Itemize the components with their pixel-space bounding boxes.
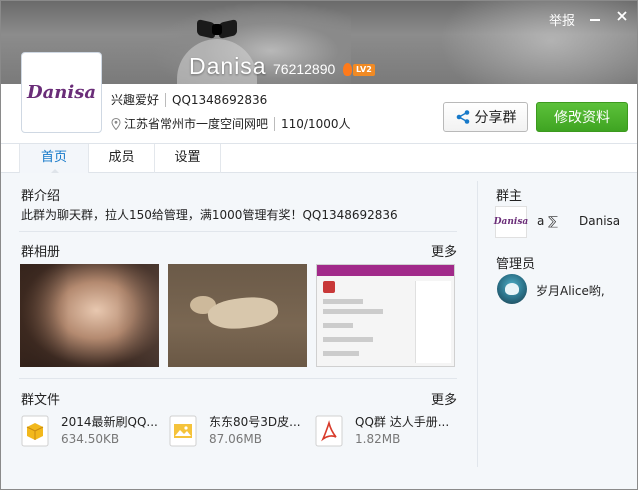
divider bbox=[165, 92, 167, 107]
file-name: 东东80号3D皮... bbox=[209, 415, 301, 429]
owner-avatar[interactable]: Danisa bbox=[493, 206, 529, 238]
admins-title: 管理员 bbox=[496, 257, 536, 272]
member-count: 110/1000人 bbox=[281, 117, 351, 131]
group-name: Danisa bbox=[189, 53, 267, 79]
section-divider bbox=[19, 378, 457, 379]
file-size: 87.06MB bbox=[209, 432, 262, 446]
level-badge: LV2 bbox=[343, 62, 375, 77]
location-pin-icon bbox=[111, 117, 121, 130]
file-item[interactable]: 东东80号3D皮... 87.06MB bbox=[169, 413, 309, 449]
file-size: 1.82MB bbox=[355, 432, 401, 446]
meta-row-location: 江苏省常州市一度空间网吧 110/1000人 bbox=[111, 115, 351, 132]
intro-title: 群介绍 bbox=[21, 189, 61, 204]
report-link[interactable]: 举报 bbox=[549, 10, 575, 29]
pdf-icon bbox=[315, 415, 343, 447]
tab-bar: 首页 成员 设置 bbox=[1, 143, 637, 174]
file-item[interactable]: QQ群 达人手册... 1.82MB bbox=[315, 413, 455, 449]
files-title: 群文件 bbox=[21, 393, 61, 408]
admin-name[interactable]: 岁月Alice哟, bbox=[536, 282, 605, 299]
album-photo[interactable] bbox=[20, 264, 159, 367]
owner-name[interactable]: Danisa bbox=[579, 214, 620, 228]
file-name: 2014最新刷QQ... bbox=[61, 415, 158, 429]
owner-title: 群主 bbox=[496, 189, 523, 204]
column-divider bbox=[477, 181, 478, 467]
intro-text: 此群为聊天群，拉人150给管理，满1000管理有奖！QQ1348692836 bbox=[21, 208, 398, 222]
image-file-icon bbox=[169, 415, 197, 447]
bow-decoration bbox=[197, 15, 237, 45]
album-photo[interactable] bbox=[168, 264, 307, 367]
package-icon bbox=[21, 415, 49, 447]
divider bbox=[274, 116, 276, 131]
main-content: 群介绍 此群为聊天群，拉人150给管理，满1000管理有奖！QQ13486928… bbox=[1, 173, 637, 489]
tab-home[interactable]: 首页 bbox=[19, 144, 89, 174]
group-category: 兴趣爱好 bbox=[111, 93, 160, 107]
album-photo[interactable] bbox=[316, 264, 455, 367]
album-more-link[interactable]: 更多 bbox=[431, 241, 457, 260]
group-qq: QQ1348692836 bbox=[172, 92, 268, 107]
minimize-icon[interactable] bbox=[587, 9, 603, 25]
edit-profile-button[interactable]: 修改资料 bbox=[536, 102, 628, 132]
file-item[interactable]: 2014最新刷QQ... 634.50KB bbox=[21, 413, 161, 449]
group-location: 江苏省常州市一度空间网吧 bbox=[124, 117, 269, 131]
file-size: 634.50KB bbox=[61, 432, 120, 446]
group-avatar[interactable]: Danisa bbox=[21, 52, 102, 133]
tab-members[interactable]: 成员 bbox=[89, 144, 155, 173]
section-divider bbox=[19, 231, 457, 232]
group-number: 76212890 bbox=[273, 61, 336, 77]
files-more-link[interactable]: 更多 bbox=[431, 389, 457, 408]
level-label: LV2 bbox=[353, 63, 375, 76]
file-name: QQ群 达人手册... bbox=[355, 415, 450, 429]
tab-settings[interactable]: 设置 bbox=[155, 144, 221, 173]
share-group-button[interactable]: 分享群 bbox=[443, 102, 528, 132]
album-title: 群相册 bbox=[21, 245, 61, 260]
share-label: 分享群 bbox=[474, 110, 517, 126]
close-icon[interactable] bbox=[614, 9, 630, 25]
avatar-logo-text: Danisa bbox=[27, 82, 96, 103]
admin-avatar[interactable] bbox=[497, 274, 527, 304]
owner-avatar-logo-text: Danisa bbox=[493, 217, 529, 227]
share-icon bbox=[456, 110, 469, 124]
owner-tag: a ⅀ bbox=[537, 214, 558, 228]
flame-icon bbox=[343, 63, 352, 76]
meta-row-category: 兴趣爱好 QQ1348692836 bbox=[111, 91, 267, 108]
group-profile-window: 举报 Danisa 76212890 LV2 Danisa 兴趣爱好 QQ134… bbox=[0, 0, 638, 490]
